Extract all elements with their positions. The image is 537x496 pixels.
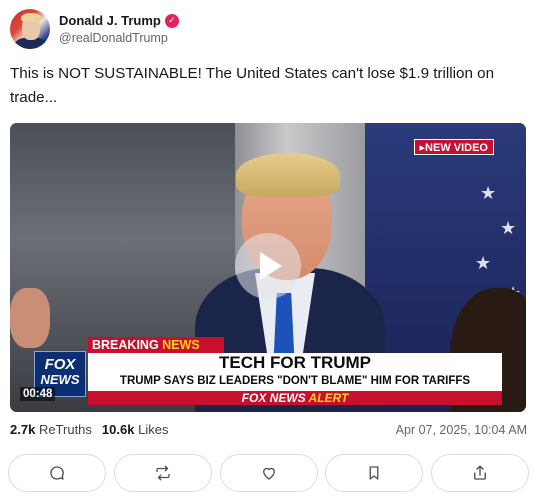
video-timecode: 00:48: [20, 387, 56, 401]
post-header: Donald J. Trump ✓ @realDonaldTrump: [10, 9, 179, 49]
fox-news-alert-bar: FOX NEWS ALERT: [88, 391, 502, 405]
share-icon: [474, 465, 486, 480]
share-button[interactable]: [431, 454, 529, 492]
bookmark-icon: [369, 466, 379, 480]
avatar[interactable]: [10, 9, 50, 49]
new-video-badge: ▸NEW VIDEO: [413, 139, 494, 155]
post-timestamp[interactable]: Apr 07, 2025, 10:04 AM: [396, 423, 527, 437]
video-player[interactable]: ★ ★ ★ ★ ▸NEW VIDEO BREAKING NEWS TECH FO…: [10, 123, 526, 412]
play-button[interactable]: [235, 233, 301, 299]
play-icon: [260, 252, 282, 280]
retruth-icon: [156, 465, 170, 481]
video-subheadline: TRUMP SAYS BIZ LEADERS "DON'T BLAME" HIM…: [119, 375, 471, 387]
like-icon: [262, 467, 275, 480]
handle[interactable]: @realDonaldTrump: [59, 31, 179, 45]
retruths-stat[interactable]: 2.7k ReTruths: [10, 422, 92, 437]
post-text: This is NOT SUSTAINABLE! The United Stat…: [10, 65, 495, 106]
video-headline: TECH FOR TRUMP: [218, 353, 372, 372]
breaking-news-banner: BREAKING NEWS: [88, 337, 224, 353]
action-bar: [8, 454, 529, 492]
reply-button[interactable]: [8, 454, 106, 492]
likes-stat[interactable]: 10.6k Likes: [102, 422, 169, 437]
bookmark-button[interactable]: [325, 454, 424, 492]
verified-badge-icon: ✓: [164, 13, 179, 28]
engagement-stats: 2.7k ReTruths 10.6k Likes: [10, 422, 178, 437]
display-name[interactable]: Donald J. Trump: [59, 13, 161, 28]
reply-icon: [50, 466, 64, 480]
like-button[interactable]: [219, 454, 318, 492]
lower-third: TECH FOR TRUMP TRUMP SAYS BIZ LEADERS "D…: [88, 353, 502, 391]
author-names: Donald J. Trump ✓ @realDonaldTrump: [59, 13, 179, 45]
retruth-button[interactable]: [113, 454, 212, 492]
